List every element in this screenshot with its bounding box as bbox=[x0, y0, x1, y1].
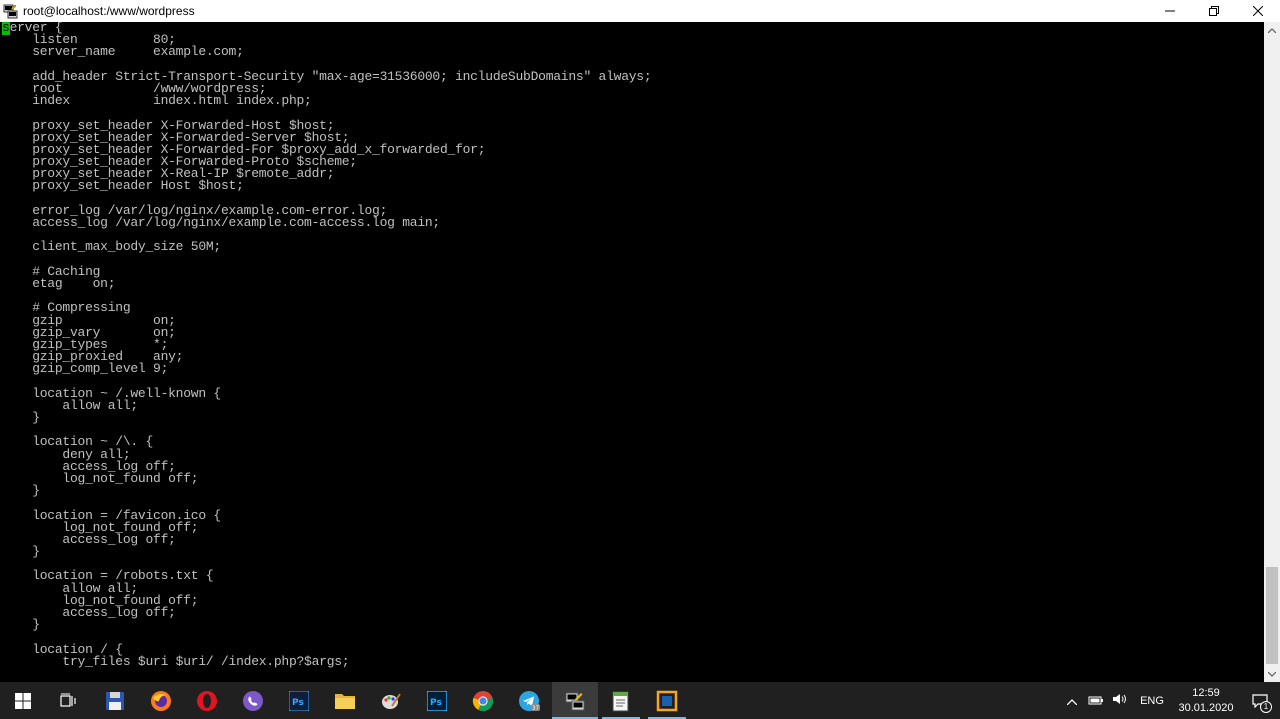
paint-app[interactable] bbox=[368, 682, 414, 719]
minimize-button[interactable] bbox=[1148, 0, 1192, 22]
firefox-app[interactable] bbox=[138, 682, 184, 719]
terminal-line: gzip_types *; bbox=[2, 336, 169, 352]
terminal-line: try_files $uri $uri/ /index.php?$args; bbox=[2, 653, 350, 669]
putty-app[interactable] bbox=[552, 682, 598, 719]
system-tray: ENG 12:59 30.01.2020 1 bbox=[1060, 682, 1280, 719]
chevron-down-icon bbox=[1268, 671, 1276, 677]
putty-icon bbox=[565, 692, 585, 710]
terminal-line: index index.html index.php; bbox=[2, 93, 312, 109]
svg-text:Ps: Ps bbox=[430, 698, 442, 708]
terminal-line: access_log /var/log/nginx/example.com-ac… bbox=[2, 215, 440, 230]
svg-text:Ps: Ps bbox=[292, 698, 304, 708]
terminal-line: log_not_found off; bbox=[2, 519, 199, 535]
terminal-line: log_not_found off; bbox=[2, 592, 199, 608]
terminal-line: etag on; bbox=[2, 275, 116, 291]
restore-button[interactable] bbox=[1192, 0, 1236, 22]
telegram-badge: 37 bbox=[532, 705, 539, 711]
start-button[interactable] bbox=[0, 682, 46, 719]
window-titlebar[interactable]: root@localhost:/www/wordpress bbox=[0, 0, 1280, 22]
terminal-line: gzip on; bbox=[2, 312, 176, 328]
vertical-scrollbar[interactable] bbox=[1264, 22, 1280, 682]
opera-app[interactable] bbox=[184, 682, 230, 719]
terminal-line: client_max_body_size 50M; bbox=[2, 239, 221, 255]
terminal-line: # Compressing bbox=[2, 300, 131, 316]
terminal-line: location = /robots.txt { bbox=[2, 568, 214, 584]
firefox-icon bbox=[151, 690, 171, 711]
file-explorer-app[interactable] bbox=[322, 682, 368, 719]
terminal-line: } bbox=[2, 544, 40, 560]
terminal-line: proxy_set_header Host $host; bbox=[2, 178, 244, 194]
chrome-icon bbox=[472, 690, 494, 711]
photoshop-icon: Ps bbox=[289, 690, 309, 711]
paint-icon bbox=[382, 692, 401, 709]
show-hidden-icons-button[interactable] bbox=[1060, 694, 1084, 708]
terminal-line: log_not_found off; bbox=[2, 470, 199, 486]
task-view-button[interactable] bbox=[46, 682, 92, 719]
photoshop-icon: Ps bbox=[427, 690, 447, 711]
chrome-app[interactable] bbox=[460, 682, 506, 719]
terminal-line: server { bbox=[2, 22, 1264, 35]
window-title: root@localhost:/www/wordpress bbox=[23, 4, 195, 18]
terminal-line: gzip_comp_level 9; bbox=[2, 361, 169, 377]
terminal-line: deny all; bbox=[2, 446, 131, 462]
clock[interactable]: 12:59 30.01.2020 bbox=[1172, 686, 1240, 716]
clock-date: 30.01.2020 bbox=[1178, 701, 1234, 714]
terminal-line: allow all; bbox=[2, 397, 138, 413]
save-app[interactable] bbox=[92, 682, 138, 719]
scroll-down-button[interactable] bbox=[1264, 666, 1280, 682]
minimize-icon bbox=[1165, 10, 1175, 12]
telegram-app[interactable]: 37 bbox=[506, 682, 552, 719]
scroll-up-button[interactable] bbox=[1264, 22, 1280, 38]
terminal-line: access_log off; bbox=[2, 531, 176, 547]
close-button[interactable] bbox=[1236, 0, 1280, 22]
chevron-up-icon bbox=[1066, 698, 1078, 705]
speaker-icon bbox=[1113, 694, 1126, 704]
terminal-area[interactable]: server { listen 80; server_name example.… bbox=[0, 22, 1264, 682]
language-indicator[interactable]: ENG bbox=[1132, 695, 1172, 707]
notepad-app[interactable] bbox=[598, 682, 644, 719]
folder-icon bbox=[335, 693, 355, 709]
virtualbox-app[interactable] bbox=[644, 682, 690, 719]
task-view-icon bbox=[60, 693, 76, 707]
clock-time: 12:59 bbox=[1192, 686, 1220, 699]
action-center-button[interactable]: 1 bbox=[1240, 682, 1280, 719]
terminal-line: location ~ /.well-known { bbox=[2, 385, 221, 401]
telegram-icon: 37 bbox=[519, 690, 540, 711]
terminal-line: } bbox=[2, 617, 40, 633]
chevron-up-icon bbox=[1268, 27, 1276, 33]
terminal-line: } bbox=[2, 483, 40, 499]
photoshop-app-2[interactable]: Ps bbox=[414, 682, 460, 719]
terminal-line: # Caching bbox=[2, 263, 101, 279]
terminal-line: access_log off; bbox=[2, 605, 176, 620]
battery-plug-icon bbox=[1088, 696, 1103, 704]
notification-count-badge: 1 bbox=[1260, 701, 1272, 713]
viber-app[interactable] bbox=[230, 682, 276, 719]
power-button[interactable] bbox=[1084, 694, 1108, 708]
scroll-thumb[interactable] bbox=[1266, 567, 1278, 664]
restore-icon bbox=[1209, 6, 1219, 16]
virtualbox-icon bbox=[656, 690, 678, 711]
terminal-text: server { listen 80; server_name example.… bbox=[0, 22, 1264, 668]
taskbar: Ps Ps 37 ENG 12:59 30.01.2020 1 bbox=[0, 682, 1280, 719]
opera-icon bbox=[197, 690, 217, 711]
close-icon bbox=[1253, 6, 1263, 16]
terminal-line: } bbox=[2, 410, 40, 425]
terminal-line: gzip_proxied any; bbox=[2, 349, 184, 365]
windows-logo-icon bbox=[15, 692, 31, 709]
terminal-line: location ~ /\. { bbox=[2, 434, 154, 450]
terminal-line: server_name example.com; bbox=[2, 44, 244, 60]
terminal-line: gzip_vary on; bbox=[2, 324, 176, 340]
photoshop-app-1[interactable]: Ps bbox=[276, 682, 322, 719]
volume-button[interactable] bbox=[1108, 693, 1132, 708]
notepad-icon bbox=[612, 691, 629, 711]
viber-icon bbox=[243, 690, 263, 711]
putty-icon[interactable] bbox=[3, 3, 19, 19]
floppy-disk-icon bbox=[106, 691, 124, 710]
window-controls bbox=[1148, 0, 1280, 22]
